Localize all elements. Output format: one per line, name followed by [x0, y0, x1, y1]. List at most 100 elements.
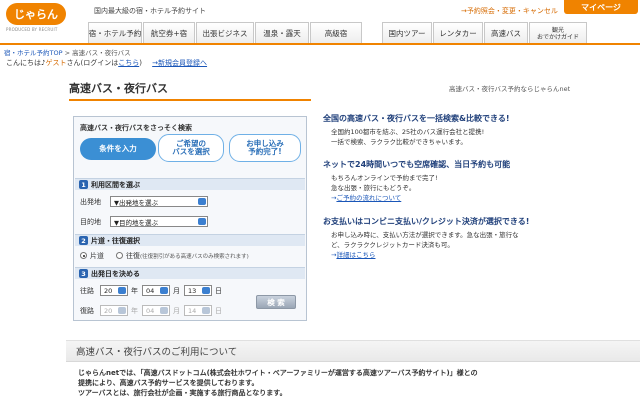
- outbound-year-select[interactable]: 20: [100, 285, 128, 296]
- breadcrumb-home-link[interactable]: 宿・ホテル予約TOP: [4, 49, 63, 57]
- step-3-badge: お申し込み 予約完了!: [229, 134, 301, 162]
- feature-2-line-2: 急な出張・旅行にもどうぞ。: [331, 184, 416, 192]
- return-label: 復路: [80, 307, 94, 315]
- section-3-number: 3: [79, 269, 88, 278]
- greeting-mid: さん(ログインは: [66, 59, 119, 67]
- section-date-header: 3 出発日を決める: [75, 267, 305, 279]
- nav-tab-luxury[interactable]: 高級宿: [310, 22, 362, 44]
- destination-select[interactable]: ▼目的地を選ぶ: [110, 216, 208, 227]
- reservation-flow-link-text: ご予約の流れについて: [336, 194, 402, 202]
- outbound-year-unit: 年: [131, 287, 138, 295]
- title-underline: [69, 99, 311, 101]
- reservation-inquiry-link[interactable]: →予約照会・変更・キャンセル: [461, 6, 558, 16]
- feature-1-line-2: 一括で検索、ラクラク比較ができちゃいます。: [331, 138, 467, 146]
- logo-text: じゃらん: [6, 3, 66, 25]
- register-link[interactable]: →新規会員登録へ: [152, 59, 207, 67]
- oneway-label: 片道: [90, 252, 104, 260]
- breadcrumb-current: 高速バス・夜行バス: [72, 49, 131, 57]
- destination-select-value: ▼目的地を選ぶ: [114, 218, 158, 227]
- about-line-2: 提携により、高速バス予約サービスを提供しております。: [78, 379, 259, 387]
- destination-label: 目的地: [80, 218, 101, 226]
- feature-2-title: ネットで24時間いつでも空席確認、当日予約も可能: [323, 160, 511, 169]
- feature-block-1: 全国の高速バス・夜行バスを一括検索&比較できる! 全国約100都市を結ぶ、25社…: [323, 113, 603, 147]
- step-2-line2: バスを選択: [172, 147, 210, 156]
- logo-subtitle: PRODUCED BY RECRUIT: [6, 27, 58, 32]
- step-1-badge: 条件を入力: [80, 138, 156, 160]
- chevron-down-icon: [160, 307, 168, 314]
- details-link[interactable]: →詳細はこちら: [331, 250, 603, 260]
- nav-tab-onsen[interactable]: 温泉・露天: [255, 22, 309, 44]
- search-button[interactable]: 検 索: [256, 295, 296, 309]
- breadcrumb-separator: >: [62, 49, 73, 57]
- outbound-label: 往路: [80, 287, 94, 295]
- about-line-3: ツアーバスとは、旅行会社が企画・実施する旅行商品となります。: [78, 389, 287, 397]
- nav-tab-hotel[interactable]: 宿・ホテル予約: [88, 22, 142, 44]
- section-trip-type-title: 片道・往復選択: [91, 236, 140, 245]
- greeting-prefix: こんにちは♪: [6, 59, 46, 67]
- nav-tab-sightseeing-line2: おでかけガイド: [536, 33, 579, 41]
- jalan-logo[interactable]: じゃらん PRODUCED BY RECRUIT: [6, 3, 72, 33]
- mypage-button[interactable]: マイページ: [564, 0, 638, 14]
- roundtrip-note: (往復割引がある高速バスのみ検索されます): [140, 254, 249, 260]
- outbound-month-select[interactable]: 04: [142, 285, 170, 296]
- bus-search-box: 高速バス・夜行バスをさっそく検索 条件を入力 ご希望の バスを選択 お申し込み …: [73, 116, 307, 321]
- section-route-header: 1 利用区間を選ぶ: [75, 178, 305, 190]
- reservation-flow-link[interactable]: →ご予約の流れについて: [331, 193, 603, 203]
- nav-tab-highway-bus[interactable]: 高速バス: [484, 22, 528, 44]
- chevron-down-icon: [198, 198, 206, 205]
- details-link-text: 詳細はこちら: [336, 251, 376, 259]
- chevron-down-icon: [118, 307, 126, 314]
- page-subtitle: 高速バス・夜行バス予約ならじゃらんnet: [449, 85, 571, 93]
- greeting: こんにちは♪ゲストさん(ログインはこちら) →新規会員登録へ: [6, 58, 207, 68]
- return-month-unit: 月: [173, 307, 180, 315]
- oneway-radio[interactable]: [80, 252, 87, 259]
- outbound-day-unit: 日: [215, 287, 222, 295]
- return-day-select[interactable]: 14: [184, 305, 212, 316]
- chevron-down-icon: [118, 287, 126, 294]
- departure-select-value: ▼出発地を選ぶ: [114, 198, 158, 207]
- nav-tab-sightseeing[interactable]: 観光 おでかけガイド: [529, 22, 587, 44]
- chevron-down-icon: [202, 287, 210, 294]
- chevron-down-icon: [198, 218, 206, 225]
- roundtrip-radio[interactable]: [116, 252, 123, 259]
- nav-tab-rentacar[interactable]: レンタカー: [433, 22, 483, 44]
- feature-block-2: ネットで24時間いつでも空席確認、当日予約も可能 もちろんオンラインで予約まで完…: [323, 159, 603, 203]
- greeting-suffix: ): [139, 59, 142, 67]
- return-month-select[interactable]: 04: [142, 305, 170, 316]
- outbound-month-value: 04: [146, 286, 155, 295]
- greeting-guest: ゲスト: [45, 59, 67, 67]
- outbound-month-unit: 月: [173, 287, 180, 295]
- outbound-day-value: 13: [188, 286, 197, 295]
- login-link[interactable]: こちら: [118, 59, 139, 67]
- about-section-heading: 高速バス・夜行バスのご利用について: [66, 340, 640, 362]
- nav-tab-air-hotel[interactable]: 航空券+宿: [143, 22, 195, 44]
- return-year-select[interactable]: 20: [100, 305, 128, 316]
- feature-block-3: お支払いはコンビニ支払い/クレジット決済が選択できる! お申し込み時に、支払い方…: [323, 216, 603, 260]
- nav-underline: [0, 43, 640, 45]
- site-tagline: 国内最大級の宿・ホテル予約サイト: [94, 7, 206, 15]
- return-year-value: 20: [104, 306, 113, 315]
- feature-1-line-1: 全国約100都市を結ぶ、25社のバス運行会社と提携!: [331, 128, 485, 136]
- outbound-day-select[interactable]: 13: [184, 285, 212, 296]
- nav-tab-business[interactable]: 出張ビジネス: [196, 22, 254, 44]
- roundtrip-label-text: 往復: [126, 252, 140, 260]
- return-day-unit: 日: [215, 307, 222, 315]
- chevron-down-icon: [202, 307, 210, 314]
- roundtrip-label: 往復(往復割引がある高速バスのみ検索されます): [126, 251, 249, 261]
- feature-3-line-2: ど、ラクラククレジットカード決済も可。: [331, 241, 454, 249]
- feature-2-line-1: もちろんオンラインで予約まで完了!: [331, 174, 438, 182]
- page-title: 高速バス・夜行バス: [69, 82, 168, 95]
- return-month-value: 04: [146, 306, 155, 315]
- section-trip-type-header: 2 片道・往復選択: [75, 234, 305, 246]
- return-year-unit: 年: [131, 307, 138, 315]
- departure-label: 出発地: [80, 198, 101, 206]
- return-day-value: 14: [188, 306, 197, 315]
- section-date-title: 出発日を決める: [91, 269, 140, 278]
- breadcrumb: 宿・ホテル予約TOP > 高速バス・夜行バス: [4, 47, 131, 57]
- nav-tab-domestic-tour[interactable]: 国内ツアー: [382, 22, 432, 44]
- feature-3-title: お支払いはコンビニ支払い/クレジット決済が選択できる!: [323, 217, 530, 226]
- departure-select[interactable]: ▼出発地を選ぶ: [110, 196, 208, 207]
- about-line-1: じゃらんnetでは、「高速バスドットコム(株式会社ホワイト・ベアーファミリーが運…: [78, 369, 478, 377]
- search-heading: 高速バス・夜行バスをさっそく検索: [80, 124, 192, 132]
